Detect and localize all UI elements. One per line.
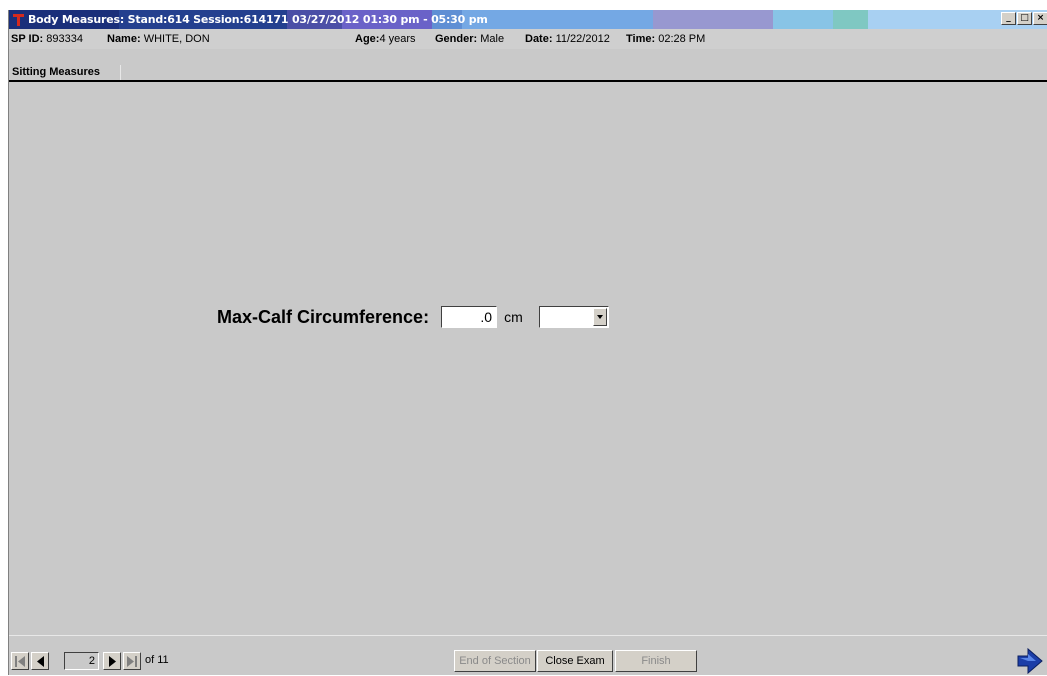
- title-bar[interactable]: Body Measures: Stand:614 Session:614171 …: [9, 10, 1047, 29]
- prev-page-icon: [37, 656, 44, 667]
- page-total-text: of 11: [145, 654, 169, 666]
- finish-button[interactable]: Finish: [615, 650, 697, 672]
- unit-label: cm: [504, 309, 523, 325]
- footer-bar: 2 of 11 End of Section Close Exam Finish: [9, 635, 1047, 676]
- close-window-button[interactable]: ×: [1033, 12, 1047, 25]
- time-group: Time: 02:28 PM: [626, 33, 705, 45]
- time-value: 02:28 PM: [658, 33, 706, 45]
- section-tab-row: Sitting Measures: [9, 50, 1047, 82]
- name-value: WHITE, DON: [143, 33, 210, 45]
- gender-value: Male: [480, 33, 505, 45]
- age-label: Age:: [355, 33, 380, 45]
- last-page-button[interactable]: [123, 652, 141, 670]
- window-title: Body Measures: Stand:614 Session:614171 …: [28, 13, 488, 26]
- participant-info-bar: SP ID: 893334 Name: WHITE, DON Age:4 yea…: [9, 29, 1047, 49]
- app-icon: [12, 13, 25, 26]
- gender-group: Gender: Male: [435, 33, 504, 45]
- time-label: Time:: [626, 33, 656, 45]
- end-of-section-button[interactable]: End of Section: [454, 650, 536, 672]
- maximize-button[interactable]: □: [1017, 12, 1032, 25]
- exit-arrow-icon[interactable]: [1016, 646, 1046, 676]
- date-value: 11/22/2012: [555, 33, 610, 45]
- age-group: Age:4 years: [355, 33, 416, 45]
- date-label: Date:: [525, 33, 553, 45]
- page-number-field[interactable]: 2: [64, 652, 99, 670]
- first-page-icon: [15, 656, 25, 667]
- sp-id-label: SP ID:: [11, 33, 44, 45]
- sp-id-group: SP ID: 893334: [11, 33, 83, 45]
- minimize-button[interactable]: _: [1001, 12, 1016, 25]
- window-controls: _ □ ×: [1000, 12, 1047, 25]
- comment-dropdown[interactable]: [538, 306, 609, 328]
- gender-label: Gender:: [435, 33, 478, 45]
- max-calf-field-row: Max-Calf Circumference: .0 cm: [217, 306, 609, 328]
- max-calf-label: Max-Calf Circumference:: [217, 306, 430, 327]
- app-window: Body Measures: Stand:614 Session:614171 …: [8, 10, 1047, 675]
- dropdown-arrow-icon[interactable]: [592, 308, 607, 326]
- age-value: 4 years: [379, 33, 416, 45]
- date-group: Date: 11/22/2012: [525, 33, 610, 45]
- name-label: Name:: [107, 33, 141, 45]
- close-exam-button[interactable]: Close Exam: [537, 650, 613, 672]
- last-page-icon: [127, 656, 137, 667]
- first-page-button[interactable]: [11, 652, 29, 670]
- max-calf-input[interactable]: .0: [441, 306, 498, 328]
- name-group: Name: WHITE, DON: [107, 33, 210, 45]
- next-page-icon: [109, 656, 116, 667]
- prev-page-button[interactable]: [31, 652, 49, 670]
- next-page-button[interactable]: [103, 652, 121, 670]
- sp-id-value: 893334: [46, 33, 83, 45]
- tab-sitting-measures[interactable]: Sitting Measures: [9, 65, 121, 80]
